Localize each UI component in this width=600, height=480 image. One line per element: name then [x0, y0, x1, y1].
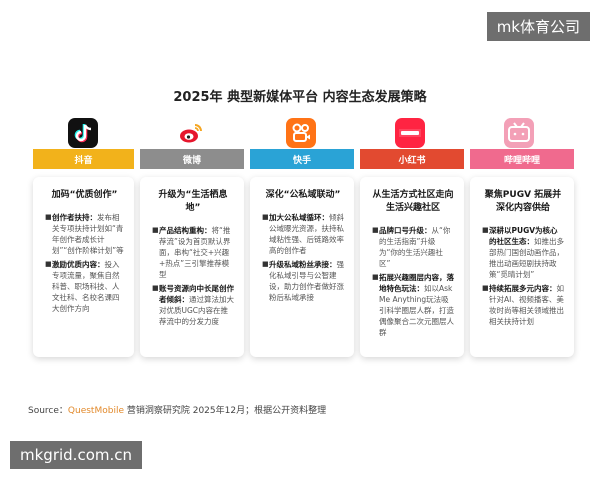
stage-label: 快手: [292, 155, 311, 166]
bullet-icon: ■: [152, 226, 159, 234]
card-heading: 从生活方式社区走向生活兴趣社区: [372, 190, 454, 213]
item-keyword: 创作者扶持：: [52, 213, 97, 222]
xiaohongshu-icon: [395, 118, 425, 148]
bullet-icon: ■: [482, 284, 489, 292]
list-item: ■ 激励优质内容：投入专项流量，聚焦自然科普、职场科技、人文社科、名校名课四大创…: [45, 259, 124, 314]
bullet-icon: ■: [482, 226, 489, 234]
kuaishou-icon: [286, 118, 316, 148]
stage-weibo: 微博: [140, 149, 244, 169]
bullet-icon: ■: [262, 213, 269, 221]
watermark-bottom: mkgrid.com.cn: [10, 441, 143, 469]
bullet-icon: ■: [372, 226, 379, 234]
stage-xiaohongshu: 小红书: [360, 149, 464, 169]
item-keyword: 产品结构重构：: [159, 226, 212, 235]
card-bilibili: 聚焦PUGV 拓展并深化内容供给 ■ 深耕以PUGV为核心的社区生态：如推出多部…: [470, 177, 574, 357]
card-heading: 加码“优质创作”: [51, 190, 118, 200]
stage-douyin: 抖音: [33, 149, 134, 169]
source-note: Source：QuestMobile 营销洞察研究院 2025年12月；根据公开…: [28, 403, 326, 416]
item-keyword: 持续拓展多元内容：: [489, 284, 557, 293]
list-item: ■ 升级私域粉丝承接：强化私域引导与公智建设，助力创作者做好涨粉后私域承接: [262, 259, 344, 303]
stage-label: 抖音: [74, 155, 93, 166]
list-item: ■ 创作者扶持：发布相关专项扶持计划如“青年创作者成长计划”“创作阶梯计划”等: [45, 212, 124, 256]
list-item: ■ 品牌口号升级：从“你的生活指南”升级为“你的生活兴趣社区”: [372, 225, 454, 269]
source-prefix: Source：: [28, 406, 68, 416]
item-keyword: 激励优质内容：: [52, 260, 105, 269]
bullet-icon: ■: [45, 213, 52, 221]
watermark-top: mk体育公司: [486, 12, 590, 41]
card-kuaishou: 深化“公私域联动” ■ 加大公私域循环：倾斜公域曝光资源，扶持私域粘性强、后链路…: [250, 177, 354, 357]
stage-bilibili: 哔哩哔哩: [470, 149, 574, 169]
list-item: ■ 深耕以PUGV为核心的社区生态：如推出多部热门国创动画作品，推出动画短剧扶持…: [482, 225, 564, 280]
stage-label: 小红书: [398, 155, 426, 166]
source-brand: QuestMobile: [67, 406, 124, 416]
bilibili-icon: [504, 118, 534, 148]
weibo-icon: [176, 118, 206, 148]
list-item: ■ 账号资源向中长尾创作者倾斜：通过算法加大对优质UGC内容在推荐流中的分发力度: [152, 283, 234, 327]
card-xiaohongshu: 从生活方式社区走向生活兴趣社区 ■ 品牌口号升级：从“你的生活指南”升级为“你的…: [360, 177, 464, 357]
source-rest: 营销洞察研究院 2025年12月；根据公开资料整理: [124, 406, 327, 416]
list-item: ■ 拓展兴趣圈层内容，落地特色玩法：如以Ask Me Anything玩法吸引科…: [372, 272, 454, 338]
card-douyin: 加码“优质创作” ■ 创作者扶持：发布相关专项扶持计划如“青年创作者成长计划”“…: [33, 177, 134, 357]
item-keyword: 升级私域粉丝承接：: [269, 260, 337, 269]
bullet-icon: ■: [45, 260, 52, 268]
stage-label: 哔哩哔哩: [503, 155, 540, 166]
card-heading: 升级为“生活栖息地”: [158, 190, 228, 213]
list-item: ■ 产品结构重构：将“推荐流”设为首页默认界面，串构“社交+兴趣+热点”三引擎推…: [152, 225, 234, 280]
list-item: ■ 持续拓展多元内容：如针对AI、视频播客、美妆时尚等相关领域推出相关扶持计划: [482, 283, 564, 327]
stage-label: 微博: [182, 155, 201, 166]
douyin-icon: [68, 118, 98, 148]
card-weibo: 升级为“生活栖息地” ■ 产品结构重构：将“推荐流”设为首页默认界面，串构“社交…: [140, 177, 244, 357]
item-keyword: 加大公私域循环：: [269, 213, 329, 222]
bullet-icon: ■: [262, 260, 269, 268]
card-heading: 聚焦PUGV 拓展并深化内容供给: [484, 190, 562, 213]
bullet-icon: ■: [372, 273, 379, 281]
chart-title: 2025年 典型新媒体平台 内容生态发展策略: [173, 90, 427, 105]
list-item: ■ 加大公私域循环：倾斜公域曝光资源，扶持私域粘性强、后链路效率高的创作者: [262, 212, 344, 256]
card-heading: 深化“公私域联动”: [265, 190, 341, 200]
stage-kuaishou: 快手: [250, 149, 354, 169]
item-keyword: 品牌口号升级：: [379, 226, 432, 235]
item-keyword: 拓展兴趣圈层内容，: [379, 273, 447, 282]
bullet-icon: ■: [152, 284, 159, 292]
